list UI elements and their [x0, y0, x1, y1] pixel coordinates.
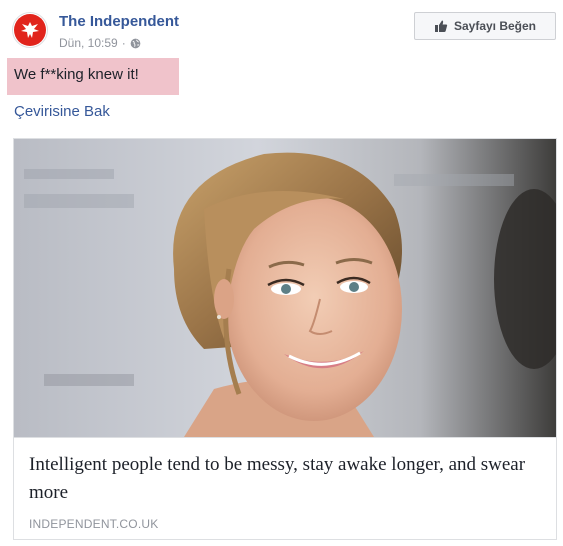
like-page-button[interactable]: Sayfayı Beğen: [414, 12, 556, 40]
independent-eagle-icon: [14, 14, 46, 46]
thumbs-up-icon: [434, 19, 448, 33]
like-page-label: Sayfayı Beğen: [453, 19, 537, 33]
facebook-post: The Independent Dün, 10:59 · Sayfayı Beğ…: [0, 0, 563, 546]
post-timestamp[interactable]: Dün, 10:59: [59, 36, 118, 50]
article-domain: INDEPENDENT.CO.UK: [29, 517, 159, 531]
page-avatar[interactable]: [12, 12, 48, 48]
globe-icon[interactable]: [130, 38, 141, 49]
link-card-body: Intelligent people tend to be messy, sta…: [14, 437, 556, 539]
article-photo: [14, 139, 556, 437]
post-meta: Dün, 10:59 ·: [59, 36, 141, 50]
link-preview-card[interactable]: Intelligent people tend to be messy, sta…: [13, 138, 557, 540]
article-headline[interactable]: Intelligent people tend to be messy, sta…: [29, 451, 539, 507]
page-name-link[interactable]: The Independent: [59, 13, 179, 30]
post-message: We f**king knew it!: [14, 66, 139, 83]
see-translation-link[interactable]: Çevirisine Bak: [14, 103, 110, 120]
meta-separator: ·: [121, 36, 126, 50]
